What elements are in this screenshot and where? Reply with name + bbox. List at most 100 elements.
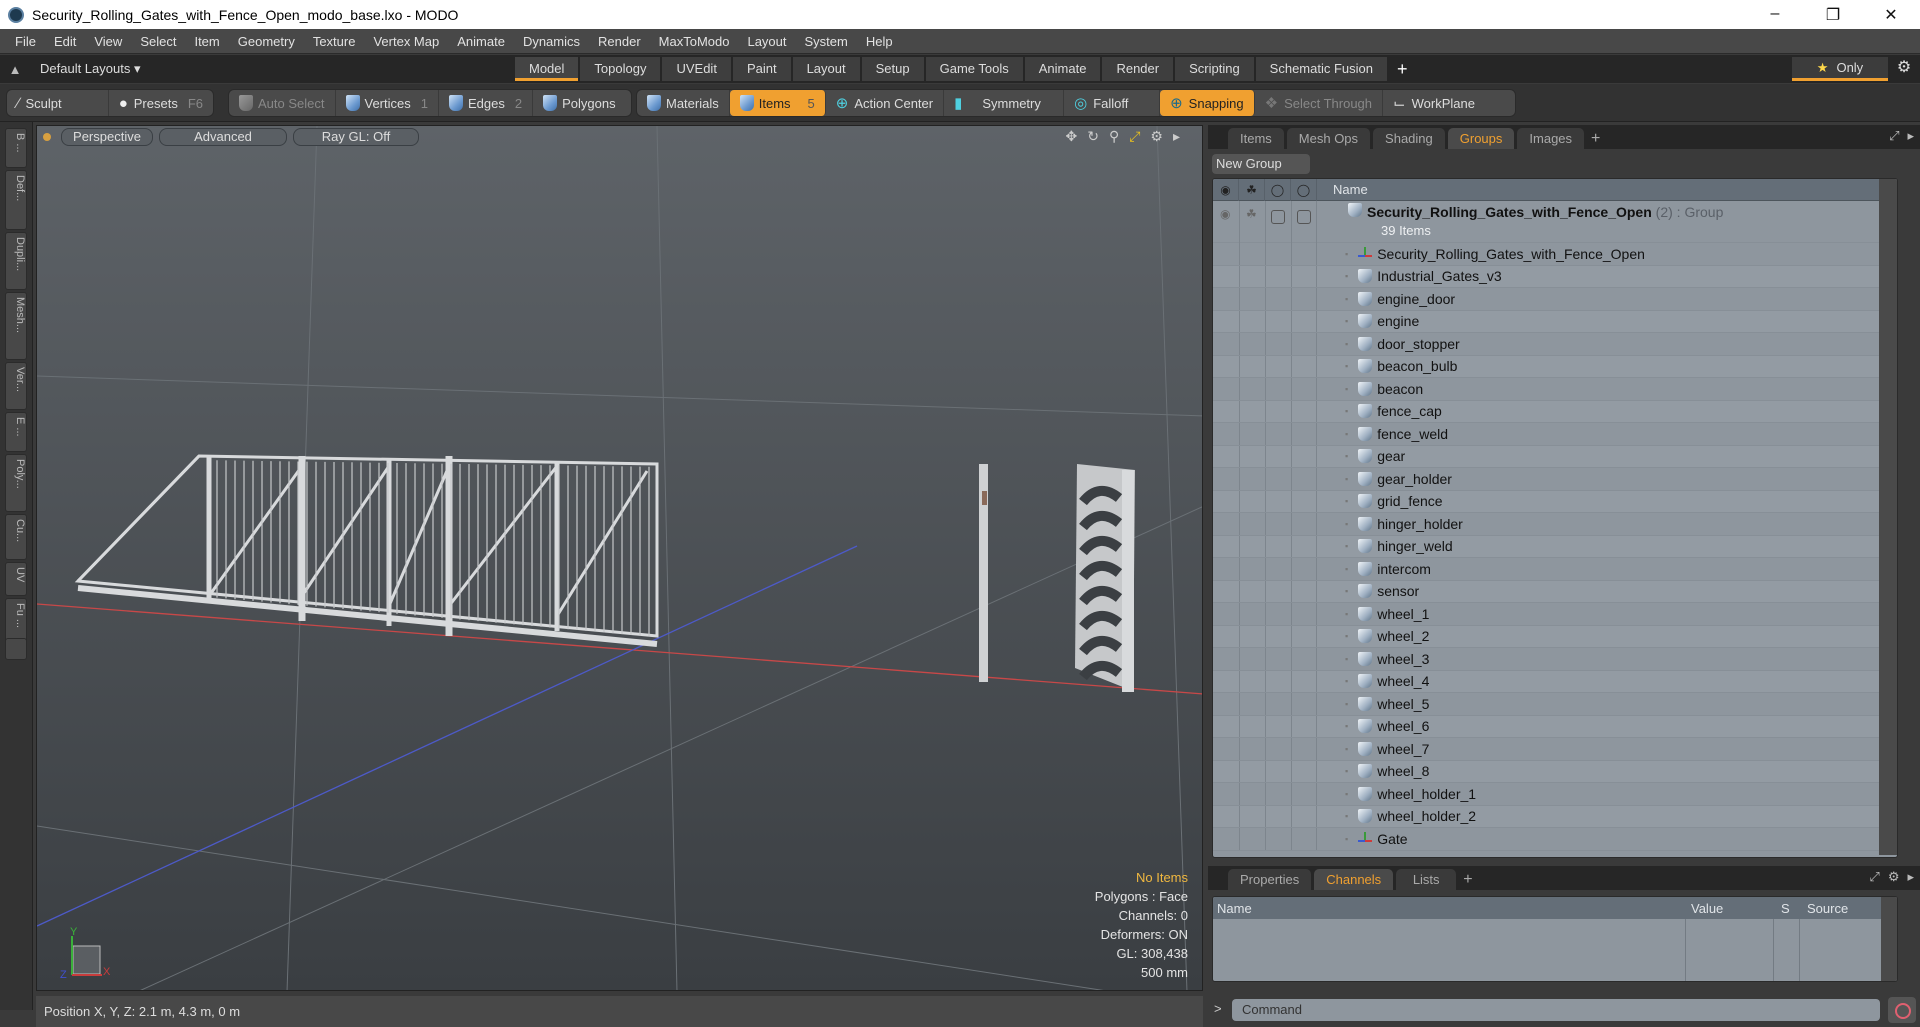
layout-tab-layout[interactable]: Layout — [792, 57, 860, 81]
layout-tab-uvedit[interactable]: UVEdit — [662, 57, 731, 81]
groups-scrollbar[interactable] — [1879, 179, 1897, 855]
menu-maxtomodo[interactable]: MaxToModo — [650, 34, 739, 49]
group-item-row[interactable]: ▪ wheel_holder_1 — [1213, 783, 1897, 806]
strip-tab-mesh[interactable]: Mesh... — [5, 292, 27, 360]
channels-col-source[interactable]: Source — [1807, 901, 1848, 916]
menu-view[interactable]: View — [85, 34, 131, 49]
strip-tab-duplicate[interactable]: Dupli... — [5, 232, 27, 290]
menu-item[interactable]: Item — [185, 34, 228, 49]
command-input[interactable]: Command — [1232, 999, 1880, 1021]
layout-tab-render[interactable]: Render — [1102, 57, 1174, 81]
collapse-up-icon[interactable]: ▲ — [0, 62, 30, 77]
group-item-row[interactable]: ▪ fence_cap — [1213, 400, 1897, 423]
zoom-magnifier-icon[interactable]: ⚲ — [1109, 128, 1119, 145]
menu-help[interactable]: Help — [857, 34, 902, 49]
record-macro-icon[interactable] — [1888, 997, 1916, 1023]
channels-gear-icon[interactable]: ⚙ — [1888, 869, 1900, 885]
new-group-button[interactable]: New Group — [1212, 154, 1310, 174]
close-button[interactable]: ✕ — [1862, 5, 1920, 25]
channels-col-s[interactable]: S — [1781, 901, 1790, 916]
items-button[interactable]: Items 5 — [729, 90, 826, 116]
group-item-row[interactable]: ▪ engine_door — [1213, 288, 1897, 311]
menu-system[interactable]: System — [796, 34, 857, 49]
group-item-row[interactable]: ▪ Security_Rolling_Gates_with_Fence_Open — [1213, 243, 1897, 266]
channels-col-name[interactable]: Name — [1217, 901, 1252, 916]
presets-button[interactable]: ● Presets F6 — [109, 90, 213, 116]
group-item-row[interactable]: ▪ Gate — [1213, 828, 1897, 851]
sculpt-button[interactable]: ∕ Sculpt — [7, 90, 109, 116]
menu-layout[interactable]: Layout — [738, 34, 795, 49]
select-column-icon[interactable]: ◯ — [1291, 179, 1317, 201]
layout-tab-model[interactable]: Model — [515, 57, 579, 81]
tab-channels[interactable]: Channels — [1314, 869, 1394, 890]
channels-col-value[interactable]: Value — [1691, 901, 1723, 916]
group-item-row[interactable]: ▪ fence_weld — [1213, 423, 1897, 446]
lock-column-icon[interactable]: ◯ — [1265, 179, 1291, 201]
action-center-button[interactable]: ⊕ Action Center — [826, 90, 945, 116]
group-item-row[interactable]: ▪ gear_holder — [1213, 468, 1897, 491]
strip-tab-vertex[interactable]: Ver... — [5, 362, 27, 410]
strip-tab-edge[interactable]: E ... — [5, 412, 27, 452]
layout-tab-topology[interactable]: Topology — [580, 57, 661, 81]
strip-tab-uv[interactable]: UV — [5, 562, 27, 596]
tab-properties[interactable]: Properties — [1228, 869, 1312, 890]
group-item-row[interactable]: ▪ wheel_6 — [1213, 715, 1897, 738]
menu-geometry[interactable]: Geometry — [229, 34, 304, 49]
tab-mesh-ops[interactable]: Mesh Ops — [1286, 128, 1371, 149]
group-render-icon[interactable]: ☘ — [1246, 207, 1257, 221]
layout-tab-game-tools[interactable]: Game Tools — [925, 57, 1023, 81]
raygl-toggle-button[interactable]: Ray GL: Off — [293, 128, 419, 146]
layout-tab-paint[interactable]: Paint — [732, 57, 791, 81]
panel-expand-arrow-icon[interactable]: ▸ — [1907, 128, 1914, 144]
edges-button[interactable]: Edges 2 — [439, 90, 534, 116]
only-toggle-button[interactable]: ★ Only — [1792, 57, 1888, 81]
select-through-button[interactable]: ❖ Select Through — [1255, 90, 1384, 116]
group-item-row[interactable]: ▪ hinger_holder — [1213, 513, 1897, 536]
group-item-row[interactable]: ▪ wheel_3 — [1213, 648, 1897, 671]
vertices-button[interactable]: Vertices 1 — [336, 90, 439, 116]
layout-tab-scripting[interactable]: Scripting — [1175, 57, 1254, 81]
restore-button[interactable]: ❐ — [1804, 5, 1862, 25]
render-column-icon[interactable]: ☘ — [1239, 179, 1265, 201]
group-item-row[interactable]: ▪ wheel_8 — [1213, 760, 1897, 783]
falloff-button[interactable]: ◎ Falloff — [1064, 90, 1161, 116]
scene-canvas[interactable]: Y X Z — [37, 126, 1203, 991]
tab-shading[interactable]: Shading — [1373, 128, 1445, 149]
group-select-checkbox[interactable] — [1297, 210, 1311, 224]
gear-icon[interactable]: ⚙ — [1890, 57, 1918, 77]
group-item-row[interactable]: ▪ door_stopper — [1213, 333, 1897, 356]
channels-scrollbar[interactable] — [1881, 897, 1897, 981]
group-item-row[interactable]: ▪ beacon_bulb — [1213, 355, 1897, 378]
group-visibility-eye-icon[interactable]: ◉ — [1220, 207, 1230, 221]
visibility-column-eye-icon[interactable]: ◉ — [1213, 179, 1239, 201]
menu-texture[interactable]: Texture — [304, 34, 365, 49]
group-item-row[interactable]: ▪ wheel_7 — [1213, 738, 1897, 761]
group-item-row[interactable]: ▪ hinger_weld — [1213, 535, 1897, 558]
channels-expand-arrow-icon[interactable]: ▸ — [1907, 869, 1914, 885]
group-row[interactable]: ◉ ☘ Security_Rolling_Gates_with_Fence_Op… — [1213, 201, 1897, 243]
group-item-row[interactable]: ▪ engine — [1213, 310, 1897, 333]
add-channels-tab-button[interactable]: + — [1459, 869, 1476, 890]
tab-groups[interactable]: Groups — [1447, 128, 1515, 149]
auto-select-button[interactable]: Auto Select — [229, 90, 336, 116]
layout-tab-setup[interactable]: Setup — [861, 57, 924, 81]
strip-tab-basic[interactable]: B ... — [5, 128, 27, 168]
strip-tab-polygon[interactable]: Poly... — [5, 454, 27, 512]
menu-animate[interactable]: Animate — [448, 34, 514, 49]
menu-edit[interactable]: Edit — [45, 34, 85, 49]
polygons-button[interactable]: Polygons — [533, 90, 625, 116]
group-item-row[interactable]: ▪ beacon — [1213, 378, 1897, 401]
add-tab-button[interactable]: + — [1587, 128, 1604, 149]
default-layouts-dropdown[interactable]: Default Layouts ▾ — [40, 61, 510, 77]
tab-images[interactable]: Images — [1517, 128, 1585, 149]
group-item-row[interactable]: ▪ grid_fence — [1213, 490, 1897, 513]
name-column-header[interactable]: Name — [1317, 182, 1368, 197]
pan-move-icon[interactable]: ✥ — [1065, 128, 1077, 145]
group-item-row[interactable]: ▪ wheel_4 — [1213, 670, 1897, 693]
group-item-row[interactable]: ▪ Industrial_Gates_v3 — [1213, 265, 1897, 288]
menu-render[interactable]: Render — [589, 34, 650, 49]
add-layout-tab-button[interactable]: + — [1389, 57, 1416, 81]
workplane-button[interactable]: ⌙ WorkPlane — [1383, 90, 1485, 116]
strip-tab-deform[interactable]: Def... — [5, 170, 27, 230]
group-item-row[interactable]: ▪ sensor — [1213, 580, 1897, 603]
